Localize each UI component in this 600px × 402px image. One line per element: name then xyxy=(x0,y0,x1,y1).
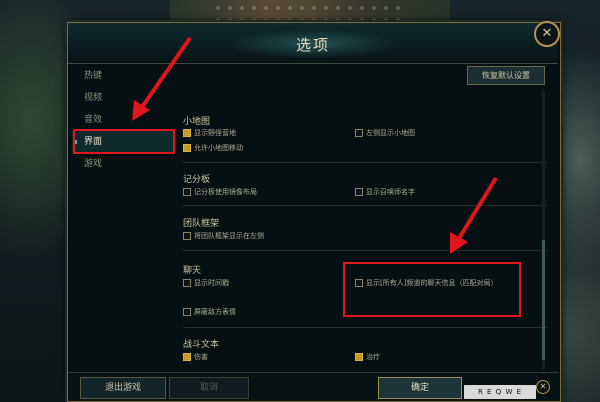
arrow-line-interface xyxy=(138,36,192,112)
annotation-arrows xyxy=(132,36,498,254)
arrow-head-interface xyxy=(132,100,150,121)
arrow-line-chat xyxy=(456,176,498,242)
